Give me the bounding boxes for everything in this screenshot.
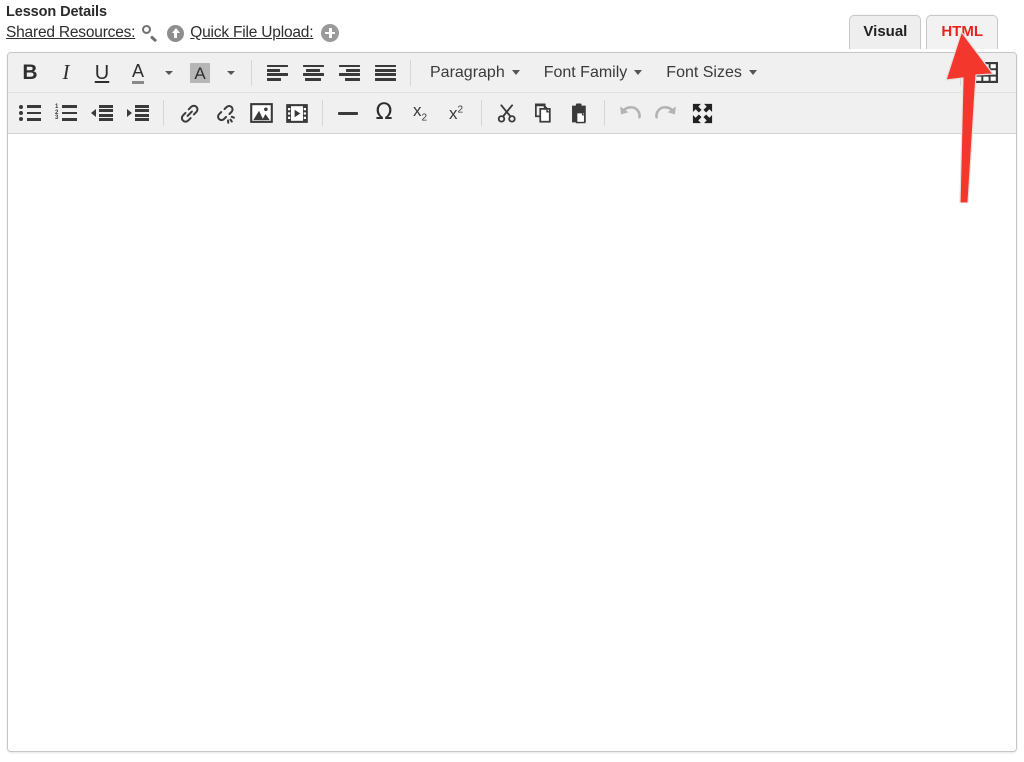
font-sizes-dropdown-label: Font Sizes — [666, 63, 742, 81]
plus-circle-icon[interactable] — [321, 24, 340, 42]
toolbar-separator — [322, 100, 323, 126]
chevron-down-icon — [511, 70, 520, 75]
horizontal-rule-button[interactable] — [330, 97, 366, 129]
align-justify-button[interactable] — [367, 57, 403, 89]
lesson-details-editor-page: Lesson Details Shared Resources: Quick F… — [0, 0, 1024, 762]
toolbar-separator — [251, 59, 252, 86]
image-icon — [249, 103, 273, 123]
omega-icon: Ω — [375, 100, 393, 125]
align-right-button[interactable] — [331, 57, 367, 89]
insert-image-button[interactable] — [243, 97, 279, 129]
text-color-button[interactable]: A — [120, 57, 156, 89]
unlink-icon — [216, 104, 235, 124]
paste-button[interactable] — [561, 97, 597, 129]
bullet-list-button[interactable] — [12, 97, 48, 129]
insert-media-button[interactable] — [279, 97, 315, 129]
toolbar-separator — [960, 59, 961, 86]
editor-content-area[interactable] — [8, 134, 1016, 751]
copy-button[interactable] — [525, 97, 561, 129]
font-family-dropdown[interactable]: Font Family — [532, 58, 655, 88]
superscript-button[interactable]: x2 — [438, 97, 474, 129]
media-icon — [286, 103, 308, 123]
copy-icon — [534, 103, 551, 123]
horizontal-rule-icon — [338, 111, 358, 115]
special-character-button[interactable]: Ω — [366, 97, 402, 129]
redo-icon — [655, 105, 676, 119]
tab-visual[interactable]: Visual — [849, 15, 922, 49]
bold-button[interactable]: B — [12, 57, 48, 89]
subscript-button[interactable]: x2 — [402, 97, 438, 129]
rich-text-editor: B I U A A Paragraph Font Family Font Siz… — [7, 52, 1017, 752]
link-icon — [180, 104, 198, 123]
unlink-button[interactable] — [207, 97, 243, 129]
editor-mode-tabs: Visual HTML — [849, 15, 998, 49]
toolbar-separator — [604, 100, 605, 126]
link-button[interactable] — [171, 97, 207, 129]
text-color-dropdown[interactable] — [156, 57, 182, 89]
toolbar-row-1: B I U A A Paragraph Font Family Font Siz… — [8, 53, 1016, 93]
toolbar-separator — [410, 59, 411, 86]
undo-icon — [620, 105, 641, 119]
toolbar-row-2: 123 Ω x2 x2 — [8, 93, 1016, 133]
upload-circle-icon[interactable] — [167, 24, 185, 42]
paste-icon — [572, 103, 586, 124]
bold-glyph: B — [22, 61, 38, 84]
font-sizes-dropdown[interactable]: Font Sizes — [654, 58, 769, 88]
editor-toolbar: B I U A A Paragraph Font Family Font Siz… — [8, 53, 1016, 134]
align-justify-icon — [374, 64, 396, 81]
align-center-icon — [302, 64, 324, 81]
toolbar-separator — [481, 100, 482, 126]
indent-button[interactable] — [120, 97, 156, 129]
numbered-list-icon: 123 — [55, 104, 77, 121]
background-color-button[interactable]: A — [182, 57, 218, 89]
background-color-icon: A — [190, 62, 210, 83]
bullet-list-icon — [19, 105, 41, 121]
chevron-down-icon — [227, 70, 235, 75]
outdent-button[interactable] — [84, 97, 120, 129]
italic-glyph: I — [62, 60, 70, 84]
table-icon — [974, 62, 998, 83]
chevron-down-icon — [165, 70, 173, 75]
cut-button[interactable] — [489, 97, 525, 129]
quick-file-upload-link[interactable]: Quick File Upload: — [190, 24, 313, 42]
text-color-icon: A — [131, 62, 144, 84]
underline-glyph: U — [94, 61, 110, 84]
background-color-dropdown[interactable] — [218, 57, 244, 89]
superscript-icon: x2 — [448, 103, 464, 123]
redo-button[interactable] — [648, 97, 684, 129]
numbered-list-button[interactable]: 123 — [48, 97, 84, 129]
align-left-icon — [266, 64, 288, 81]
paragraph-dropdown-label: Paragraph — [430, 63, 505, 81]
indent-icon — [127, 105, 149, 121]
chevron-down-icon — [634, 70, 643, 75]
align-right-icon — [338, 64, 360, 81]
table-button[interactable] — [968, 57, 1004, 89]
tab-html[interactable]: HTML — [926, 15, 998, 49]
paragraph-dropdown[interactable]: Paragraph — [418, 58, 532, 88]
font-family-dropdown-label: Font Family — [543, 63, 628, 81]
undo-button[interactable] — [612, 97, 648, 129]
search-icon[interactable] — [142, 24, 159, 42]
subscript-icon: x2 — [412, 101, 428, 124]
outdent-icon — [91, 105, 113, 121]
toolbar-separator — [163, 100, 164, 126]
underline-button[interactable]: U — [84, 57, 120, 89]
shared-resources-link[interactable]: Shared Resources: — [6, 24, 135, 42]
scissors-icon — [497, 104, 516, 123]
fullscreen-button[interactable] — [684, 97, 720, 129]
align-center-button[interactable] — [295, 57, 331, 89]
chevron-down-icon — [748, 70, 757, 75]
italic-button[interactable]: I — [48, 57, 84, 89]
fullscreen-icon — [692, 103, 712, 123]
align-left-button[interactable] — [259, 57, 295, 89]
